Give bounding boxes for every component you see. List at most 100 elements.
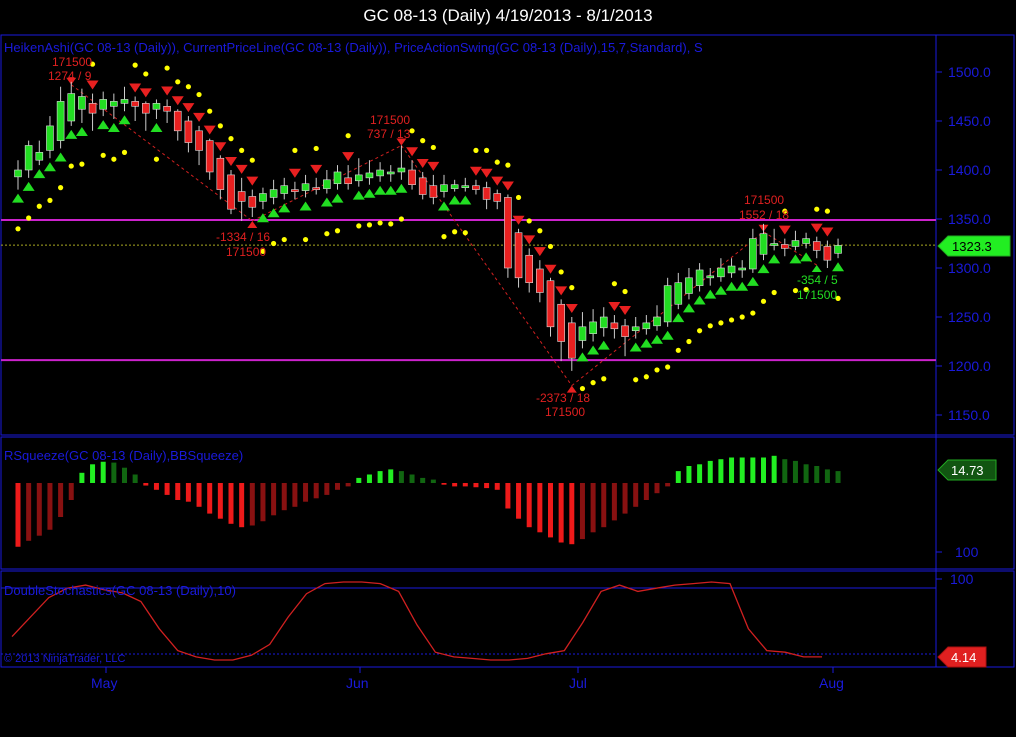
squeeze-bar	[729, 457, 735, 483]
candle-body	[24, 145, 33, 171]
candle-body	[504, 197, 512, 269]
up-trend-marker	[331, 193, 344, 203]
candle-body	[323, 179, 331, 189]
down-trend-marker	[810, 223, 823, 233]
annotation-2b: 737 / 13	[367, 127, 411, 141]
price-tick-label: 1150.0	[948, 407, 990, 423]
candle-body	[717, 267, 725, 278]
squeeze-bar	[90, 464, 96, 483]
up-trend-marker	[150, 123, 163, 133]
up-trend-marker	[640, 338, 653, 348]
squeeze-bar	[686, 466, 692, 483]
trailing-dot	[484, 147, 490, 153]
up-trend-marker	[384, 185, 397, 195]
down-trend-marker	[565, 304, 578, 313]
annotation-3b: 171500	[226, 245, 266, 259]
candle-body	[706, 275, 715, 279]
trailing-dot	[728, 317, 735, 323]
squeeze-bar	[675, 471, 681, 483]
candle-body	[35, 152, 44, 161]
trailing-dot	[611, 281, 618, 287]
trailing-dot	[558, 269, 564, 275]
candle-body	[184, 120, 193, 143]
trailing-dot	[601, 376, 607, 382]
candle-body	[685, 277, 693, 294]
candle-body	[759, 233, 768, 255]
squeeze-bar	[814, 466, 820, 483]
candle-body	[291, 189, 299, 192]
squeeze-bar	[462, 483, 468, 487]
candle-body	[780, 244, 789, 249]
candle-body	[280, 185, 289, 194]
squeeze-bar	[622, 483, 628, 514]
candle-body	[312, 187, 321, 190]
trailing-dot	[153, 156, 160, 162]
candle-body	[429, 185, 438, 198]
candle-body	[578, 326, 587, 341]
trailing-dot	[430, 144, 436, 151]
candle-body	[791, 240, 800, 247]
chart-window: GC 08-13 (Daily) 4/19/2013 - 8/1/2013 15…	[0, 0, 1016, 737]
up-trend-marker	[97, 120, 110, 130]
candle-body	[301, 183, 310, 191]
annotation-2a: 171500	[370, 113, 410, 127]
squeeze-bar	[654, 483, 660, 494]
up-trend-marker	[587, 345, 600, 355]
squeeze-bar	[409, 474, 415, 483]
squeeze-bar	[143, 483, 149, 486]
up-trend-marker	[693, 295, 706, 305]
candle-body	[514, 232, 523, 279]
trailing-dot	[79, 161, 85, 167]
down-trend-marker	[427, 161, 440, 171]
candle-body	[259, 193, 267, 202]
trailing-dot	[47, 197, 53, 203]
down-trend-marker	[555, 286, 568, 296]
candle-body	[834, 245, 842, 254]
annotation-3a: -1334 / 16	[216, 230, 270, 244]
up-trend-marker	[714, 285, 727, 295]
down-trend-marker	[235, 164, 248, 174]
squeeze-bar	[292, 483, 298, 507]
copyright-text: © 2013 NinjaTrader, LLC	[4, 653, 125, 665]
down-trend-marker	[203, 125, 216, 135]
down-trend-marker	[225, 157, 237, 166]
candle-body	[450, 184, 459, 189]
trailing-dot	[622, 288, 628, 295]
candle-body	[589, 321, 597, 334]
trailing-dot	[547, 243, 554, 250]
down-trend-marker	[288, 168, 301, 178]
x-tick-jun: Jun	[346, 675, 369, 691]
annotation-6a: -354 / 5	[797, 273, 838, 287]
trailing-dot	[281, 236, 287, 243]
trailing-dot	[111, 156, 117, 162]
down-trend-marker	[619, 305, 632, 315]
up-trend-marker	[43, 162, 56, 172]
candle-body	[205, 140, 214, 173]
down-trend-marker	[246, 176, 259, 186]
stoch-panel-label: DoubleStochastics(GC 08-13 (Daily),10)	[4, 583, 236, 598]
trailing-dot	[207, 108, 213, 114]
squeeze-bar	[771, 455, 777, 483]
squeeze-bar	[697, 464, 703, 483]
squeeze-bar	[516, 483, 522, 519]
down-trend-marker	[161, 86, 174, 96]
down-trend-marker	[480, 168, 493, 178]
swing-low-marker	[247, 220, 258, 228]
current-price-value: 1323.3	[952, 239, 992, 254]
swing-low-marker	[811, 265, 822, 273]
trailing-dot	[377, 220, 383, 226]
chart-canvas[interactable]: 1500.0 1450.0 1400.0 1350.0 1300.0 1250.0 1200…	[0, 0, 1016, 737]
candle-body	[46, 125, 54, 151]
annotation-6b: 171500	[797, 288, 837, 302]
annotation-5a: 171500	[744, 193, 784, 207]
squeeze-bar	[47, 483, 53, 530]
annotation-1a: 171500	[52, 55, 92, 69]
up-trend-marker	[661, 330, 674, 340]
trailing-dot	[26, 215, 32, 221]
up-trend-marker	[33, 169, 46, 179]
squeeze-bar	[792, 460, 798, 483]
squeeze-bar	[100, 461, 106, 483]
down-trend-marker	[501, 181, 514, 191]
squeeze-bar	[782, 459, 788, 483]
squeeze-bar	[824, 469, 830, 483]
